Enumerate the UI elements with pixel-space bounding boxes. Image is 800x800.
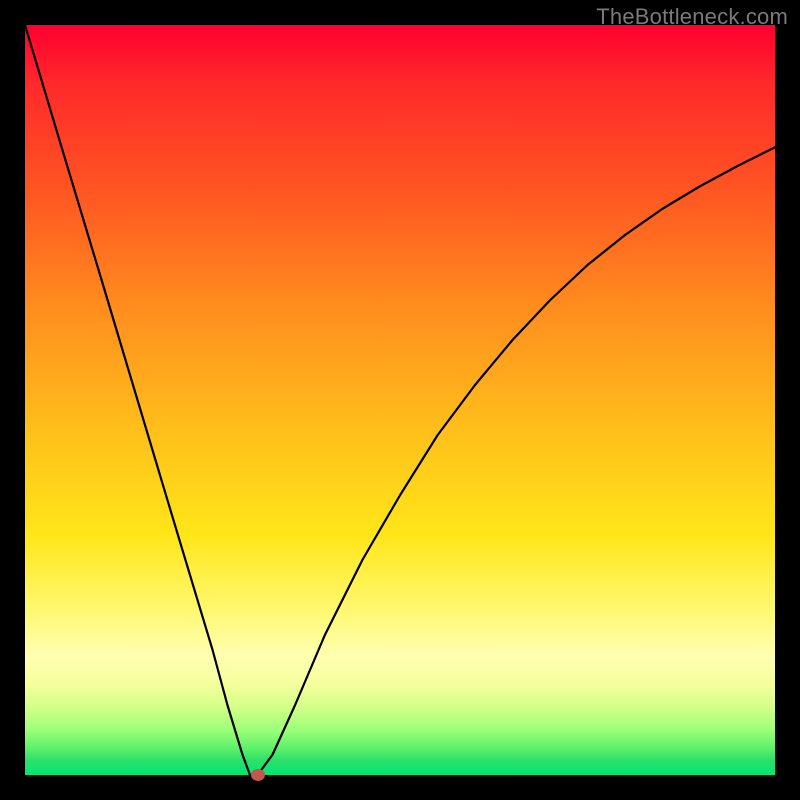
bottleneck-curve — [25, 25, 775, 775]
watermark-text: TheBottleneck.com — [596, 4, 788, 30]
chart-frame: TheBottleneck.com — [0, 0, 800, 800]
optimal-point-marker — [251, 769, 265, 781]
plot-area — [25, 25, 775, 775]
